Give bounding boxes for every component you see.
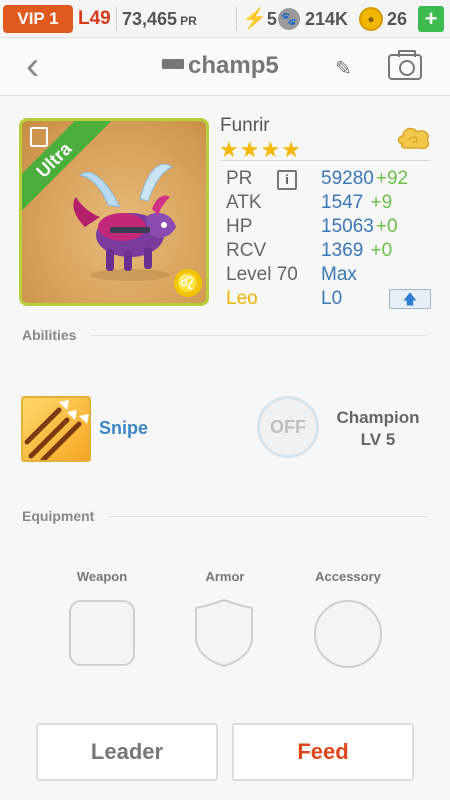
stat-value: 1547 +9 (321, 192, 392, 214)
stat-value: 1369 +0 (321, 240, 392, 262)
player-power: 73,465 PR (122, 9, 197, 30)
player-power-value: 73,465 (122, 9, 178, 29)
champion-info: Champion LV 5 (322, 407, 434, 451)
stat-base: 1369 (321, 240, 364, 261)
pencil-icon[interactable]: ✎ (335, 56, 352, 81)
stat-base: 15063 (321, 216, 374, 237)
stat-row-level: Level 70 Max (226, 264, 436, 288)
stats-divider (220, 160, 430, 161)
champion-level: LV 5 (360, 430, 396, 449)
stat-label: HP (226, 216, 253, 237)
add-gems-button[interactable]: + (418, 6, 444, 32)
stat-base: 59280 (321, 168, 374, 189)
weapon-slot[interactable] (69, 600, 135, 666)
stat-bonus: +9 (365, 192, 393, 213)
ability-name[interactable]: Snipe (99, 418, 148, 439)
chevron-left-icon[interactable]: ‹ (26, 46, 39, 86)
paw-icon: 🐾 (278, 8, 300, 30)
page-title: champ5 (162, 52, 279, 80)
section-divider (90, 335, 428, 336)
gem-coin-icon: ● (359, 7, 383, 31)
status-bar: VIP 1 L49 73,465 PR ⚡5 🐾 214K ● 26 + (0, 0, 450, 38)
stats-table: PR i 59280 +92 ATK 1547 +9 HP 15063 +0 RCV… (226, 168, 436, 312)
armor-slot-label: Armor (205, 569, 245, 584)
food-counter[interactable]: 214K (305, 9, 348, 30)
codex-icon (30, 127, 48, 147)
lightning-icon: ⚡ (242, 8, 267, 30)
stat-row-atk: ATK 1547 +9 (226, 192, 436, 216)
stat-bonus: +92 (375, 168, 409, 189)
arrows-icon (24, 400, 89, 460)
snipe-ability-icon[interactable] (21, 396, 91, 462)
energy-counter[interactable]: ⚡5 (242, 6, 277, 31)
zodiac-leo-icon: ♌ (174, 269, 202, 297)
player-power-unit: PR (180, 14, 197, 28)
divider (116, 7, 117, 31)
stat-label: ATK (226, 192, 262, 213)
accessory-slot[interactable] (314, 600, 382, 668)
camera-icon[interactable] (388, 50, 422, 80)
stat-row-pr: PR i 59280 +92 (226, 168, 436, 192)
accessory-slot-label: Accessory (315, 569, 381, 584)
stat-base: 1547 (321, 192, 364, 213)
dragon-portrait[interactable]: Ultra ♌ (19, 118, 209, 306)
dragon-image (73, 163, 176, 281)
stat-bonus: +0 (375, 216, 398, 237)
level-label: Level 70 (226, 264, 298, 285)
abilities-section-label: Abilities (22, 327, 77, 343)
dragon-name: Funrir (220, 115, 270, 136)
player-level: L49 (78, 8, 111, 29)
champion-title: Champion (336, 408, 420, 427)
stat-row-zodiac: Leo L0 🡅 (226, 288, 436, 312)
nav-header: ‹ champ5 ✎ (0, 38, 450, 96)
section-divider (108, 516, 428, 517)
dragon-detail-screen: VIP 1 L49 73,465 PR ⚡5 🐾 214K ● 26 + ‹ ch… (0, 0, 450, 800)
armor-slot[interactable] (192, 598, 256, 668)
zodiac-label: Leo (226, 288, 258, 309)
feed-button[interactable]: Feed (232, 723, 414, 781)
weapon-icon (162, 59, 184, 69)
equipment-section-label: Equipment (22, 508, 95, 524)
champion-toggle[interactable]: OFF (257, 396, 319, 458)
gem-counter[interactable]: 26 (387, 9, 407, 30)
leader-button[interactable]: Leader (36, 723, 218, 781)
stat-row-hp: HP 15063 +0 (226, 216, 436, 240)
zodiac-level: L0 (321, 288, 343, 309)
stat-row-rcv: RCV 1369 +0 (226, 240, 436, 264)
stat-bonus: +0 (365, 240, 393, 261)
stat-label: RCV (226, 240, 267, 261)
stat-value: 15063 +0 (321, 216, 398, 238)
zodiac-upgrade-button[interactable]: 🡅 (389, 289, 431, 309)
info-icon[interactable]: i (277, 170, 297, 190)
energy-value: 5 (266, 9, 277, 29)
divider (236, 7, 237, 31)
level-value: Max (321, 264, 357, 285)
weapon-slot-label: Weapon (76, 569, 128, 584)
stat-label: PR (226, 168, 253, 189)
wind-element-icon (397, 127, 430, 150)
vip-badge[interactable]: VIP 1 (3, 5, 73, 33)
stat-value: 59280 +92 (321, 168, 408, 190)
dragon-nickname: champ5 (188, 52, 279, 79)
